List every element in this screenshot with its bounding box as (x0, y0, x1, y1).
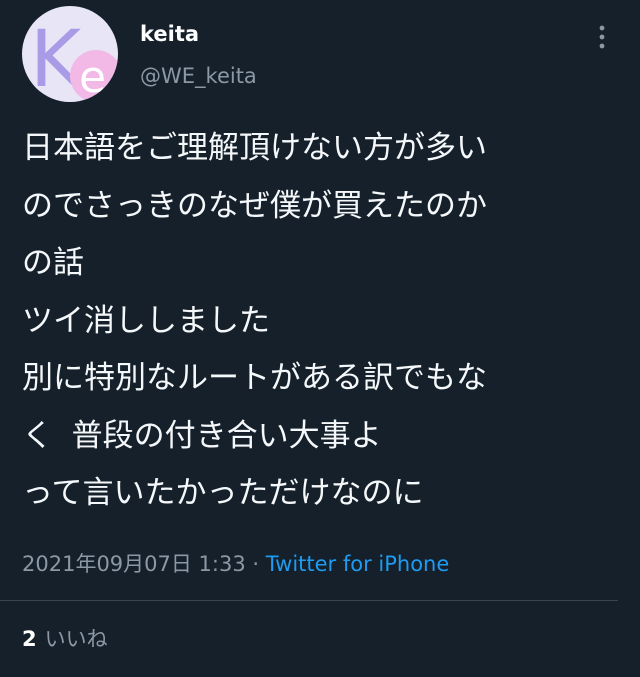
tweet-meta: 2021年09月07日 1:33 · Twitter for iPhone (22, 550, 449, 578)
likes-label: いいね (44, 627, 108, 651)
svg-text:e: e (79, 52, 106, 102)
user-handle[interactable]: @WE_keita (140, 62, 257, 90)
avatar[interactable]: K e (22, 6, 118, 102)
tweet-text: 日本語をご理解頂けない方が多い のでさっきのなぜ僕が買えたのか の話 ツイ消しし… (22, 130, 487, 511)
likes-stat[interactable]: 2 いいね (22, 624, 108, 654)
likes-count: 2 (22, 627, 37, 651)
tweet-source-link[interactable]: Twitter for iPhone (266, 552, 450, 576)
tweet-timestamp[interactable]: 2021年09月07日 1:33 (22, 552, 246, 576)
vertical-ellipsis-icon[interactable] (590, 22, 614, 52)
divider (0, 600, 618, 601)
avatar-logo: K e (30, 15, 118, 102)
display-name[interactable]: keita (140, 20, 199, 48)
meta-separator: · (252, 552, 260, 576)
